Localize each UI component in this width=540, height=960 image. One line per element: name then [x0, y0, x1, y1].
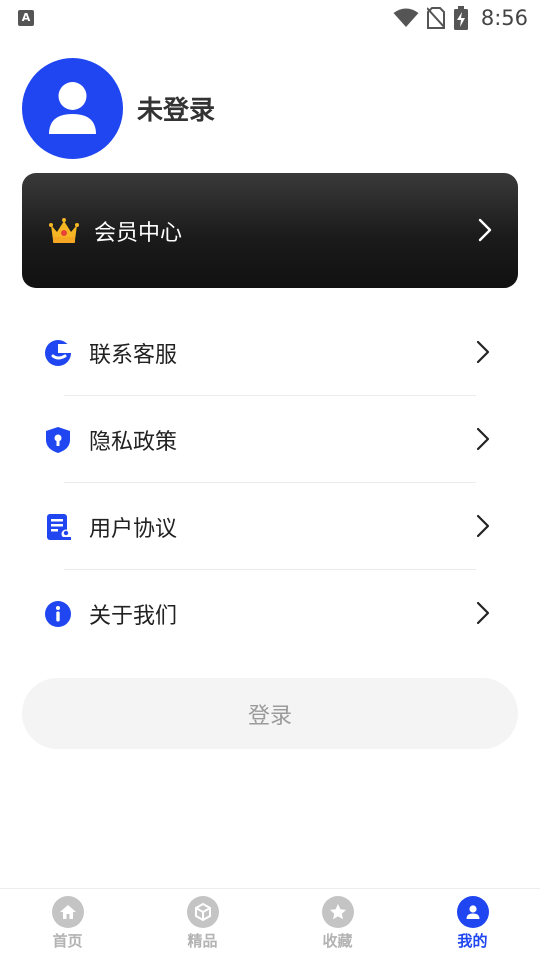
box-icon	[186, 896, 219, 928]
battery-charging-icon	[453, 6, 468, 30]
star-icon	[321, 896, 354, 928]
tab-label: 收藏	[322, 932, 353, 950]
app-notification-icon: A	[18, 10, 34, 26]
menu-item-privacy-policy[interactable]: 隐私政策	[22, 396, 518, 483]
menu-item-label: 隐私政策	[89, 429, 178, 455]
menu-item-about-us[interactable]: 关于我们	[22, 570, 518, 657]
vip-center-card[interactable]: 会员中心	[22, 173, 518, 288]
home-icon	[51, 896, 84, 928]
menu-item-label: 联系客服	[89, 342, 178, 368]
user-icon	[49, 82, 96, 134]
tab-mine[interactable]: 我的	[405, 889, 540, 960]
no-sim-icon	[426, 7, 445, 29]
tab-home[interactable]: 首页	[0, 889, 135, 960]
customer-service-icon	[45, 339, 72, 366]
status-bar: A 8:56	[0, 0, 540, 36]
tab-label: 我的	[457, 932, 488, 950]
menu-item-user-agreement[interactable]: 用户协议	[22, 483, 518, 570]
menu-item-label: 关于我们	[89, 603, 178, 629]
status-icons: 8:56	[393, 5, 528, 31]
avatar[interactable]	[22, 58, 123, 159]
vip-center-label: 会员中心	[94, 220, 183, 246]
chevron-right-icon	[476, 601, 490, 625]
chevron-right-icon	[476, 514, 490, 538]
menu-item-label: 用户协议	[89, 516, 178, 542]
login-button[interactable]: 登录	[22, 678, 518, 749]
username-label[interactable]: 未登录	[137, 90, 215, 127]
profile-header[interactable]: 未登录	[22, 58, 215, 159]
user-icon	[456, 896, 489, 928]
bottom-tab-bar: 首页 精品 收藏 我的	[0, 888, 540, 960]
tab-label: 精品	[187, 932, 218, 950]
chevron-right-icon	[476, 340, 490, 364]
chevron-right-icon	[476, 427, 490, 451]
crown-icon	[49, 217, 79, 243]
tab-label: 首页	[52, 932, 83, 950]
menu-item-customer-service[interactable]: 联系客服	[22, 309, 518, 396]
clock: 8:56	[480, 6, 528, 30]
chevron-right-icon	[478, 218, 492, 242]
tab-featured[interactable]: 精品	[135, 889, 270, 960]
shield-icon	[46, 426, 70, 453]
info-icon	[45, 600, 71, 627]
tab-favorites[interactable]: 收藏	[270, 889, 405, 960]
document-icon	[47, 513, 71, 540]
settings-menu: 联系客服 隐私政策 用户协议 关于我们	[22, 309, 518, 657]
wifi-icon	[393, 8, 419, 27]
